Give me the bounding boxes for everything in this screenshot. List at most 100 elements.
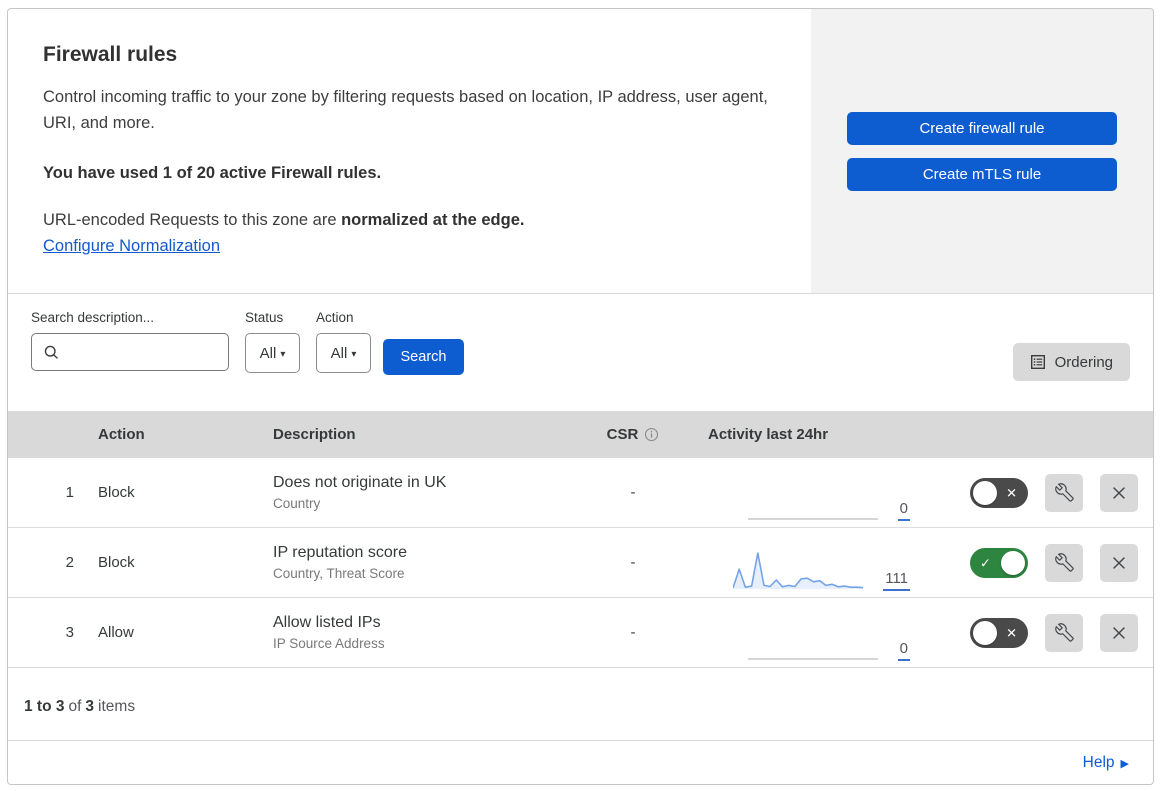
normalization-bold: normalized at the edge. [341,211,525,230]
help-link[interactable]: Help ▶ [1083,754,1129,772]
description-column-header: Description [273,426,356,443]
action-label: Action [316,310,354,325]
close-icon [1113,626,1125,639]
rule-description-title: IP reputation score [273,544,408,561]
rule-description: Does not originate in UK Country [273,474,583,511]
rule-priority: 1 [65,484,74,501]
ordering-label: Ordering [1054,353,1113,371]
edit-rule-button[interactable] [1045,473,1083,512]
check-icon: ✓ [980,555,991,570]
activity-sparkline [747,657,878,660]
filter-bar: Search description... Status All ▾ Actio… [8,294,1153,411]
rule-controls: ✓ ✕ [938,543,1153,582]
action-select[interactable]: All ▾ [316,333,371,373]
rule-activity: 111 [683,549,938,591]
rule-action: Allow [98,624,134,641]
csr-column-header: CSR [583,426,683,443]
activity-count-link[interactable]: 0 [897,501,910,521]
intro-section: Firewall rules Control incoming traffic … [8,9,1153,294]
rule-activity: 0 [683,619,938,661]
cta-panel: Create firewall rule Create mTLS rule [811,9,1153,293]
items-of: of [68,698,82,715]
rule-fields: IP Source Address [273,636,385,651]
rule-action: Block [98,484,135,501]
activity-count-link[interactable]: 111 [883,571,910,591]
rule-enable-toggle[interactable]: ✓ ✕ [970,547,1028,578]
rule-csr: - [630,624,636,641]
rule-enable-toggle[interactable]: ✓ ✕ [970,477,1028,508]
rule-controls: ✓ ✕ [938,613,1153,652]
x-icon: ✕ [1006,485,1017,500]
create-mtls-rule-button[interactable]: Create mTLS rule [847,157,1117,191]
status-value: All [259,344,277,362]
ordering-button[interactable]: Ordering [1012,343,1130,381]
wrench-icon [1054,553,1074,572]
toggle-knob [1001,550,1025,575]
activity-column-header: Activity last 24hr [708,426,829,443]
activity-count-link[interactable]: 0 [897,641,910,661]
help-label: Help [1082,754,1115,771]
status-select[interactable]: All ▾ [245,333,300,373]
rule-fields: Country, Threat Score [273,566,405,581]
search-label: Search description... [31,310,155,325]
items-word: items [98,698,136,715]
toggle-knob [973,620,997,645]
rule-action: Block [98,554,135,571]
items-total: 3 [85,698,95,715]
arrow-right-icon: ▶ [1120,757,1129,770]
rule-description: Allow listed IPs IP Source Address [273,614,583,651]
configure-normalization-link[interactable]: Configure Normalization [43,237,220,255]
x-icon: ✕ [1006,625,1017,640]
search-icon [44,345,58,359]
chevron-down-icon: ▾ [280,348,286,360]
delete-rule-button[interactable] [1100,543,1138,582]
page-description: Control incoming traffic to your zone by… [43,88,768,132]
rule-activity: 0 [683,479,938,521]
search-group: Search description... [31,310,229,371]
chevron-down-icon: ▾ [351,348,357,360]
rule-priority: 3 [65,624,74,641]
edit-rule-button[interactable] [1045,613,1083,652]
csr-label: CSR [606,426,639,443]
rule-priority: 2 [65,554,74,571]
table-header: Action Description CSR Activity last 24h… [8,411,1153,458]
edit-rule-button[interactable] [1045,543,1083,582]
status-group: Status All ▾ [245,310,300,373]
delete-rule-button[interactable] [1100,613,1138,652]
toggle-knob [973,480,997,505]
help-bar: Help ▶ [8,741,1153,784]
items-range: 1 to 3 [24,698,65,715]
table-row: 3 Allow Allow listed IPs IP Source Addre… [8,598,1153,668]
wrench-icon [1054,483,1074,502]
close-icon [1113,486,1125,499]
normalization-prefix: URL-encoded Requests to this zone are [43,211,342,230]
activity-sparkline [733,551,864,589]
close-icon [1113,556,1125,569]
action-column-header: Action [98,426,145,443]
pagination-summary: 1 to 3 of 3 items [8,668,1153,741]
rule-description-title: Allow listed IPs [273,614,381,631]
table-row: 2 Block IP reputation score Country, Thr… [8,528,1153,598]
firewall-rules-card: Firewall rules Control incoming traffic … [7,8,1154,785]
status-label: Status [245,310,284,325]
search-input[interactable] [64,335,224,369]
rule-controls: ✓ ✕ [938,473,1153,512]
action-value: All [330,344,348,362]
rule-enable-toggle[interactable]: ✓ ✕ [970,617,1028,648]
search-box [31,333,229,371]
search-button[interactable]: Search [383,339,464,375]
rule-description-title: Does not originate in UK [273,474,447,491]
table-row: 1 Block Does not originate in UK Country… [8,458,1153,528]
create-firewall-rule-button[interactable]: Create firewall rule [847,111,1117,145]
intro-text: Firewall rules Control incoming traffic … [8,9,811,293]
rule-csr: - [630,484,636,501]
rule-description: IP reputation score Country, Threat Scor… [273,544,583,581]
activity-sparkline [747,517,878,520]
list-icon [1030,355,1045,370]
page-title: Firewall rules [43,43,178,66]
wrench-icon [1054,623,1074,642]
usage-summary: You have used 1 of 20 active Firewall ru… [43,164,382,183]
delete-rule-button[interactable] [1100,473,1138,512]
info-icon[interactable] [644,427,659,442]
action-group: Action All ▾ [316,310,371,373]
